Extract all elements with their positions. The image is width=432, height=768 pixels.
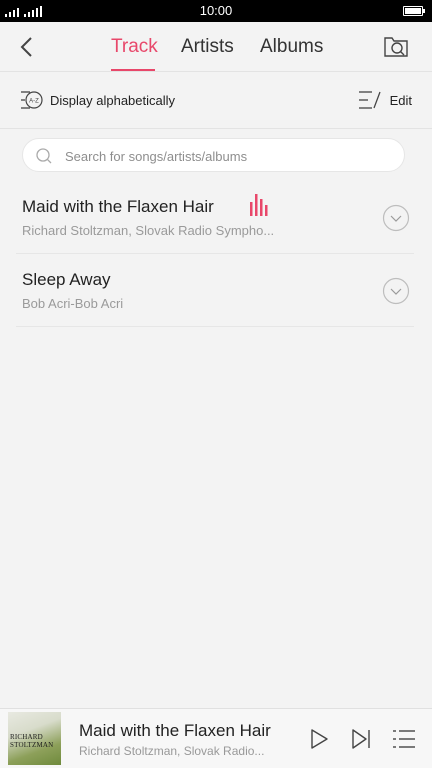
playlist-icon: [393, 730, 415, 748]
track-subtitle: Bob Acri-Bob Acri: [22, 296, 124, 311]
album-cover[interactable]: RICHARD STOLTZMAN: [8, 712, 61, 765]
back-button[interactable]: [14, 33, 42, 61]
chevron-down-circle-icon[interactable]: [382, 277, 410, 305]
edit-label: Edit: [389, 92, 412, 108]
battery-icon: [403, 6, 425, 16]
status-time: 10:00: [199, 3, 233, 18]
now-playing-title: Maid with the Flaxen Hair: [79, 721, 271, 740]
search-placeholder: Search for songs/artists/albums: [65, 149, 248, 164]
status-bar: 10:00: [0, 0, 432, 22]
list-toolbar: A-Z Display alphabetically Edit: [0, 73, 432, 129]
now-playing-subtitle: Richard Stoltzman, Slovak Radio...: [79, 744, 265, 758]
play-icon: [311, 729, 328, 749]
track-list: Maid with the Flaxen Hair Richard Stoltz…: [0, 181, 432, 327]
edit-list-icon: [358, 91, 381, 109]
list-item[interactable]: Maid with the Flaxen Hair Richard Stoltz…: [16, 181, 414, 254]
sort-label: Display alphabetically: [50, 92, 176, 108]
track-subtitle: Richard Stoltzman, Slovak Radio Sympho..…: [22, 223, 275, 238]
header: Track Artists Albums: [0, 22, 432, 72]
track-title: Maid with the Flaxen Hair: [22, 197, 214, 216]
scan-search-button[interactable]: [382, 33, 410, 61]
cover-text-line-1: RICHARD: [10, 733, 43, 741]
search-input[interactable]: Search for songs/artists/albums: [22, 138, 405, 172]
track-title: Sleep Away: [22, 270, 111, 289]
play-button[interactable]: [307, 727, 331, 751]
tab-track[interactable]: Track: [111, 36, 158, 58]
tab-artists[interactable]: Artists: [181, 36, 234, 58]
sort-alphabetically-button[interactable]: A-Z Display alphabetically: [20, 89, 175, 111]
search-icon: [36, 148, 52, 164]
chevron-left-icon: [20, 37, 32, 57]
tab-albums[interactable]: Albums: [260, 36, 323, 58]
next-button[interactable]: [349, 727, 373, 751]
list-item[interactable]: Sleep Away Bob Acri-Bob Acri: [16, 254, 414, 327]
skip-next-icon: [352, 729, 370, 749]
svg-text:A-Z: A-Z: [29, 99, 39, 105]
playlist-button[interactable]: [392, 727, 416, 751]
cover-text-line-2: STOLTZMAN: [10, 741, 54, 749]
now-playing-equalizer-icon: [250, 194, 268, 216]
edit-button[interactable]: Edit: [358, 89, 412, 111]
active-tab-indicator: [111, 69, 155, 71]
chevron-down-circle-icon[interactable]: [382, 204, 410, 232]
sort-az-icon: A-Z: [21, 91, 43, 109]
folder-search-icon: [384, 37, 408, 57]
mini-player[interactable]: RICHARD STOLTZMAN Maid with the Flaxen H…: [0, 708, 432, 768]
